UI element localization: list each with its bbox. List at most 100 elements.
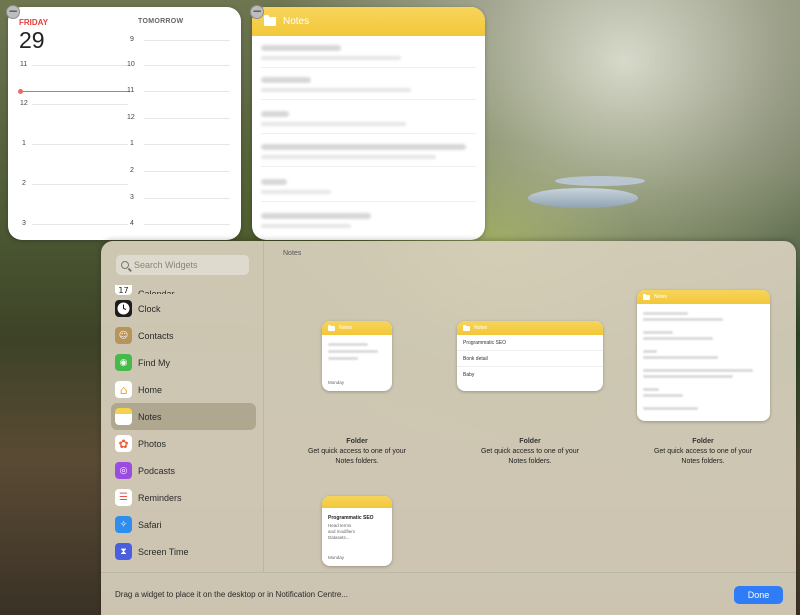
current-time-line [20, 91, 130, 92]
blurred-note-snippet [643, 375, 733, 378]
sidebar-item-label: Screen Time [138, 546, 189, 557]
preview-footer: Monday [328, 380, 345, 385]
gallery-bottom-bar: Drag a widget to place it on the desktop… [101, 572, 796, 615]
podcasts-icon: ◎ [115, 462, 132, 479]
note-separator [261, 99, 476, 100]
calendar-day-number: 29 [19, 27, 45, 53]
blurred-note-snippet [643, 337, 713, 340]
hour-line [144, 118, 230, 119]
sidebar-item-label: Safari [138, 519, 162, 530]
hour-line [32, 65, 128, 66]
notes-icon [115, 408, 132, 425]
sidebar-item-notes[interactable]: Notes [111, 403, 256, 430]
blurred-note-title [328, 343, 368, 346]
hour-label: 10 [127, 61, 135, 68]
blurred-note-snippet [643, 394, 683, 397]
sidebar-item-screen-time[interactable]: ⧗ Screen Time [111, 538, 256, 565]
sidebar-item-home[interactable]: ⌂ Home [111, 376, 256, 403]
hour-label: 12 [20, 100, 28, 107]
blurred-note-title [643, 369, 753, 372]
preview-header: Notes [457, 321, 603, 335]
blurred-note-snippet [261, 155, 436, 159]
blurred-note-snippet [643, 356, 718, 359]
hour-line [144, 198, 230, 199]
blurred-note-snippet [261, 122, 406, 126]
drag-hint-text: Drag a widget to place it on the desktop… [115, 590, 349, 599]
search-field[interactable] [116, 255, 249, 275]
photos-icon: ✿ [115, 435, 132, 452]
hour-line [144, 224, 230, 225]
calendar-widget[interactable]: FRIDAY 29 TOMORROW 11 12 1 2 3 9 10 11 1… [8, 7, 241, 240]
blurred-note-snippet [261, 56, 401, 60]
remove-widget-button[interactable]: − [250, 5, 264, 19]
find-my-icon: ◉ [115, 354, 132, 371]
notes-widget[interactable]: Notes [252, 7, 485, 240]
blurred-note-title [261, 45, 341, 51]
blurred-note-title [643, 388, 659, 391]
notes-widget-medium-preview[interactable]: Notes Programmatic SEO Bonk detail Baby [457, 321, 603, 391]
sidebar-item-clock[interactable]: Clock [111, 295, 256, 322]
hour-label: 4 [130, 220, 134, 227]
preview-title: Notes [654, 294, 668, 300]
folder-icon [643, 293, 650, 300]
folder-icon [463, 324, 470, 331]
sidebar-item-calendar[interactable]: 17 Calendar [111, 283, 256, 295]
blurred-note-title [261, 179, 287, 185]
hour-label: 2 [130, 167, 134, 174]
sidebar-item-find-my[interactable]: ◉ Find My [111, 349, 256, 376]
blurred-note-title [261, 144, 466, 150]
blurred-note-title [261, 77, 311, 83]
blurred-note-title [261, 111, 289, 117]
hour-label: 3 [22, 220, 26, 227]
calendar-icon: 17 [115, 285, 132, 295]
preview-title: Notes [339, 325, 353, 331]
folder-icon [328, 324, 335, 331]
hour-line [32, 104, 128, 105]
contacts-icon: ☺ [115, 327, 132, 344]
remove-widget-button[interactable]: − [6, 5, 20, 19]
blurred-note-snippet [643, 318, 723, 321]
blurred-note-title [643, 350, 657, 353]
blurred-note-title [643, 407, 698, 410]
done-button[interactable]: Done [734, 586, 783, 604]
preview-note-snippet: Datasets... [328, 535, 350, 540]
widget-caption-name: Folder [346, 438, 368, 445]
notes-widget-large-preview[interactable]: Notes [637, 290, 770, 421]
blurred-note-snippet [261, 190, 331, 194]
sidebar-item-reminders[interactable]: ☰ Reminders [111, 484, 256, 511]
sidebar-item-contacts[interactable]: ☺ Contacts [111, 322, 256, 349]
sidebar-item-label: Find My [138, 357, 171, 368]
sidebar-item-photos[interactable]: ✿ Photos [111, 430, 256, 457]
hour-label: 11 [127, 87, 135, 94]
hour-line [144, 40, 230, 41]
widget-caption-description: Get quick access to one of your [307, 448, 407, 455]
widget-caption: Folder Get quick access to one of your N… [287, 437, 427, 467]
sidebar-item-label: Photos [138, 438, 167, 449]
widget-caption-description: Notes folders. [681, 458, 725, 465]
blurred-note-title [643, 331, 673, 334]
blurred-note-title [643, 312, 688, 315]
widget-caption-description: Notes folders. [508, 458, 552, 465]
wallpaper-lake [528, 188, 638, 208]
hour-label: 3 [130, 194, 134, 201]
hour-label: 9 [130, 36, 134, 43]
widget-caption: Folder Get quick access to one of your N… [633, 437, 773, 467]
widget-gallery-sidebar: 17 Calendar Clock ☺ Contacts ◉ Find My ⌂… [101, 241, 264, 572]
sidebar-item-safari[interactable]: ✧ Safari [111, 511, 256, 538]
preview-footer: Monday [328, 555, 345, 560]
notes-widget-note-preview[interactable]: Programmatic SEO Head terms and modifier… [322, 496, 392, 566]
screen-time-icon: ⧗ [115, 543, 132, 560]
clock-icon [115, 300, 132, 317]
search-input[interactable] [134, 260, 244, 270]
widget-caption-description: Notes folders. [335, 458, 379, 465]
sidebar-item-podcasts[interactable]: ◎ Podcasts [111, 457, 256, 484]
widget-gallery-panel: 17 Calendar Clock ☺ Contacts ◉ Find My ⌂… [101, 241, 796, 615]
blurred-note-title [261, 213, 371, 219]
hour-line [32, 224, 128, 225]
reminders-icon: ☰ [115, 489, 132, 506]
widget-app-list: 17 Calendar Clock ☺ Contacts ◉ Find My ⌂… [111, 283, 256, 572]
preview-note-row: Baby [463, 372, 475, 378]
preview-title: Notes [474, 325, 488, 331]
preview-note-title: Programmatic SEO [328, 515, 374, 521]
notes-widget-small-preview[interactable]: Notes Monday [322, 321, 392, 391]
